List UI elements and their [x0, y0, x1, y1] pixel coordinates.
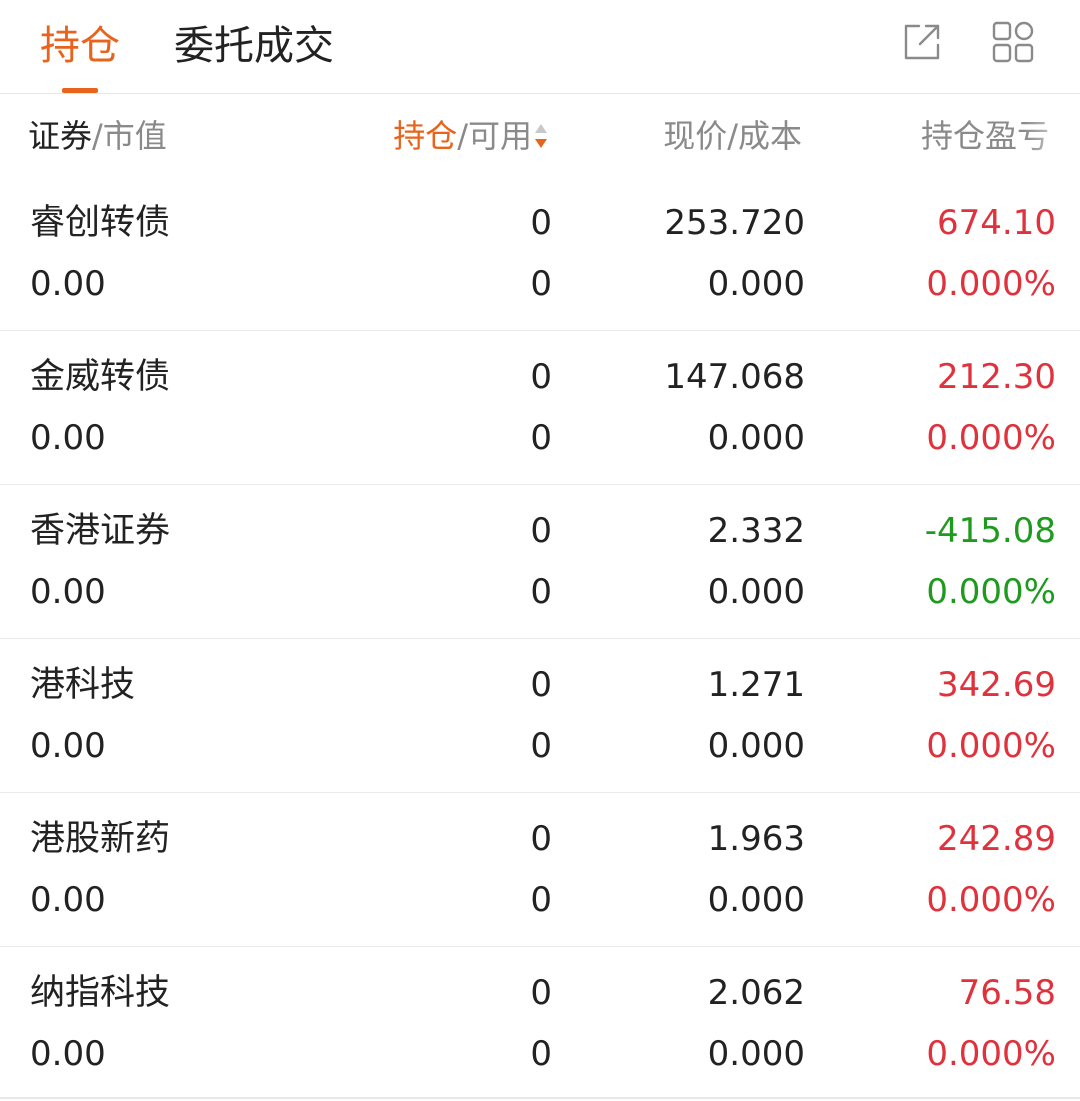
header-price-cost[interactable]: 现价/成本: [663, 117, 802, 155]
profit-loss-percent: 0.000%: [926, 726, 1056, 766]
profit-loss: 242.89: [937, 819, 1056, 859]
cost-price: 0.000: [707, 1034, 805, 1074]
position-row[interactable]: 香港证券 0.00 0 0 2.332 0.000 -415.08 0.000%: [0, 485, 1080, 639]
current-price: 1.271: [707, 665, 805, 705]
holding-qty: 0: [530, 357, 552, 397]
header-holdings-available[interactable]: 持仓/可用: [393, 117, 548, 155]
sort-icon[interactable]: [534, 121, 548, 151]
current-price: 147.068: [664, 357, 805, 397]
profit-loss: 342.69: [937, 665, 1056, 705]
security-name: 港科技: [30, 665, 136, 705]
profit-loss: 674.10: [937, 203, 1056, 243]
holding-qty: 0: [530, 973, 552, 1013]
cost-price: 0.000: [707, 880, 805, 920]
cost-price: 0.000: [707, 572, 805, 612]
market-value: 0.00: [30, 880, 106, 920]
profit-loss-percent: 0.000%: [926, 880, 1056, 920]
security-name: 港股新药: [30, 819, 171, 859]
positions-list: 睿创转债 0.00 0 0 253.720 0.000 674.10 0.000…: [0, 177, 1080, 1101]
profit-loss-percent: 0.000%: [926, 1034, 1056, 1074]
security-name: 香港证券: [30, 511, 171, 551]
tab-orders[interactable]: 委托成交: [174, 22, 334, 70]
external-link-icon[interactable]: [900, 20, 944, 64]
market-value: 0.00: [30, 1034, 106, 1074]
cost-price: 0.000: [707, 264, 805, 304]
available-qty: 0: [530, 264, 552, 304]
available-qty: 0: [530, 880, 552, 920]
available-qty: 0: [530, 726, 552, 766]
holding-qty: 0: [530, 819, 552, 859]
holding-qty: 0: [530, 203, 552, 243]
header-available: /可用: [457, 117, 532, 155]
security-name: 金威转债: [30, 357, 171, 397]
cost-price: 0.000: [707, 726, 805, 766]
cost-price: 0.000: [707, 418, 805, 458]
available-qty: 0: [530, 572, 552, 612]
current-price: 2.062: [707, 973, 805, 1013]
position-row[interactable]: 睿创转债 0.00 0 0 253.720 0.000 674.10 0.000…: [0, 177, 1080, 331]
header-holdings: 持仓: [393, 117, 458, 155]
tab-bar: 持仓 委托成交: [0, 0, 1080, 94]
profit-loss: 76.58: [958, 973, 1056, 1013]
profit-loss-percent: 0.000%: [926, 418, 1056, 458]
holding-qty: 0: [530, 665, 552, 705]
header-security: 证券: [28, 117, 93, 155]
profit-loss: -415.08: [924, 511, 1056, 551]
tab-active-indicator: [62, 88, 98, 93]
tab-holdings[interactable]: 持仓: [40, 22, 120, 70]
profit-loss-percent: 0.000%: [926, 264, 1056, 304]
position-row[interactable]: 港科技 0.00 0 0 1.271 0.000 342.69 0.000%: [0, 639, 1080, 793]
current-price: 2.332: [707, 511, 805, 551]
current-price: 253.720: [664, 203, 805, 243]
market-value: 0.00: [30, 264, 106, 304]
position-row[interactable]: 港股新药 0.00 0 0 1.963 0.000 242.89 0.000%: [0, 793, 1080, 947]
market-value: 0.00: [30, 418, 106, 458]
position-row[interactable]: 金威转债 0.00 0 0 147.068 0.000 212.30 0.000…: [0, 331, 1080, 485]
profit-loss: 212.30: [937, 357, 1056, 397]
header-market-value: /市值: [92, 117, 167, 155]
column-header: 证券/市值 持仓/可用 现价/成本 持仓盈亏: [0, 95, 1080, 177]
header-security-market-value[interactable]: 证券/市值: [28, 117, 167, 155]
market-value: 0.00: [30, 572, 106, 612]
security-name: 睿创转债: [30, 203, 171, 243]
holding-qty: 0: [530, 511, 552, 551]
market-value: 0.00: [30, 726, 106, 766]
available-qty: 0: [530, 418, 552, 458]
profit-loss-percent: 0.000%: [926, 572, 1056, 612]
available-qty: 0: [530, 1034, 552, 1074]
header-profit-loss[interactable]: 持仓盈亏: [921, 117, 1080, 155]
grid-apps-icon[interactable]: [991, 20, 1035, 64]
current-price: 1.963: [707, 819, 805, 859]
security-name: 纳指科技: [30, 973, 171, 1013]
position-row[interactable]: 纳指科技 0.00 0 0 2.062 0.000 76.58 0.000%: [0, 947, 1080, 1101]
